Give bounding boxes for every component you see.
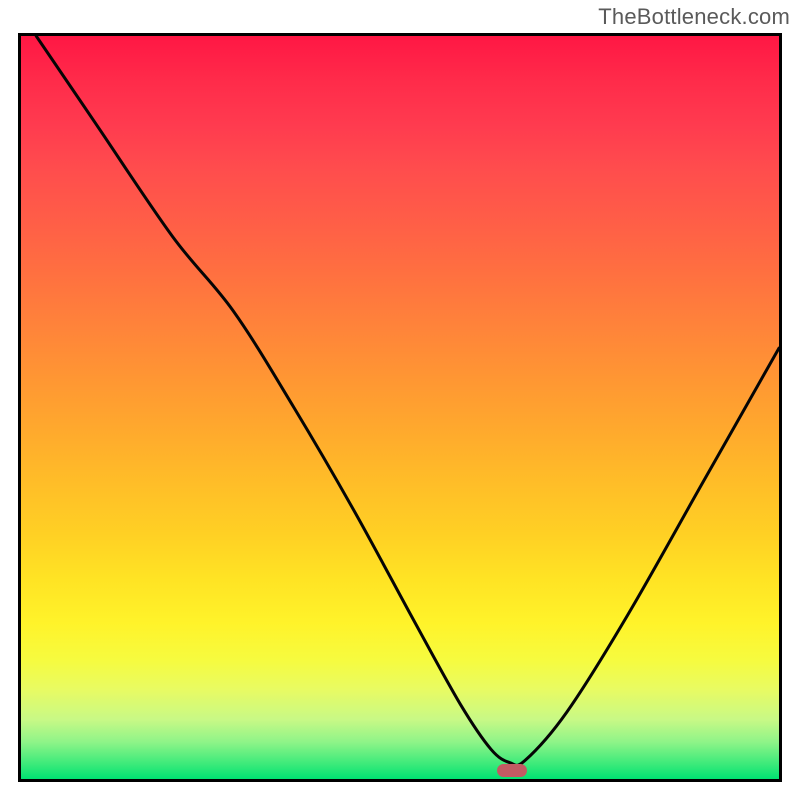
gradient-background	[21, 36, 779, 779]
optimum-marker	[497, 764, 527, 777]
chart-stage: TheBottleneck.com	[0, 0, 800, 800]
watermark-text: TheBottleneck.com	[598, 4, 790, 30]
